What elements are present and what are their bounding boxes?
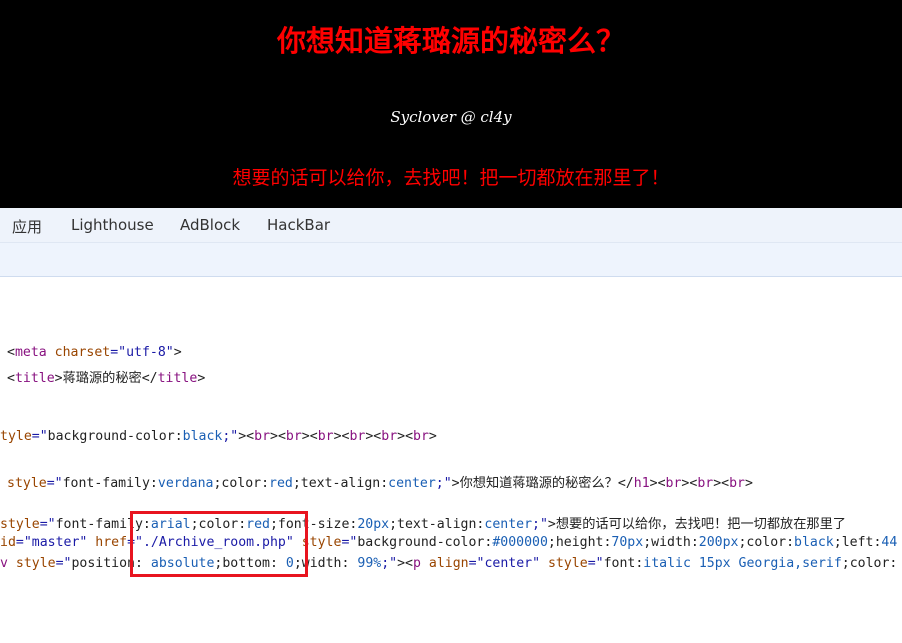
source-token: tyle bbox=[0, 429, 32, 444]
page-heading: 你想知道蒋璐源的秘密么？ bbox=[276, 24, 625, 58]
source-token: h1 bbox=[633, 476, 650, 491]
source-token: ;color: bbox=[738, 535, 795, 550]
source-token: >< bbox=[365, 429, 382, 444]
source-token: >< bbox=[649, 476, 666, 491]
source-token: background-color: bbox=[357, 535, 493, 550]
bookmark-lighthouse[interactable]: Lighthouse bbox=[71, 216, 154, 234]
devtools-toolbar bbox=[0, 242, 902, 277]
source-token: br bbox=[665, 476, 682, 491]
source-token: < bbox=[7, 345, 15, 360]
source-token: =" bbox=[46, 476, 63, 491]
bookmark-apps[interactable]: 应用 bbox=[12, 216, 42, 237]
source-token: italic 15px Georgia,serif bbox=[643, 556, 842, 571]
source-token: black bbox=[794, 535, 834, 550]
source-token: #000000 bbox=[492, 535, 548, 550]
source-token: ="master" bbox=[15, 535, 96, 550]
source-token: ;" bbox=[532, 517, 548, 532]
source-token: >< bbox=[301, 429, 318, 444]
source-token: >< bbox=[713, 476, 730, 491]
source-token: br bbox=[381, 429, 398, 444]
source-token: href bbox=[95, 535, 128, 550]
source-line: tyle="background-color:black;"><br><br><… bbox=[0, 429, 437, 444]
source-token: =" bbox=[341, 535, 358, 550]
rendered-page: 你想知道蒋璐源的秘密么？ Syclover @ cl4y 想要的话可以给你，去找… bbox=[0, 0, 902, 208]
source-token: br bbox=[285, 429, 302, 444]
source-token: charset bbox=[54, 345, 111, 360]
bookmarks-bar: 应用 Lighthouse AdBlock HackBar bbox=[0, 208, 902, 242]
source-token: ;width: bbox=[643, 535, 699, 550]
signature: Syclover @ cl4y bbox=[390, 108, 512, 126]
source-token: br bbox=[413, 429, 429, 444]
source-token: ;text-align: bbox=[292, 476, 389, 491]
source-token: =" bbox=[39, 517, 56, 532]
source-token: > bbox=[428, 429, 437, 444]
source-token: =" bbox=[31, 429, 48, 444]
source-token: title bbox=[157, 371, 198, 386]
source-token: style bbox=[7, 476, 47, 491]
source-token: >< bbox=[238, 429, 255, 444]
source-token: style bbox=[15, 556, 56, 571]
source-line: <meta charset="utf-8"> bbox=[7, 345, 182, 360]
source-token: > bbox=[197, 371, 206, 386]
source-token: 44 bbox=[881, 535, 898, 550]
source-token: > bbox=[744, 476, 753, 491]
source-token: 20px bbox=[357, 517, 390, 532]
source-token: >< bbox=[397, 429, 414, 444]
source-token: align bbox=[428, 556, 469, 571]
source-token: br bbox=[729, 476, 745, 491]
source-token: br bbox=[317, 429, 334, 444]
source-token: =" bbox=[55, 556, 72, 571]
source-token: br bbox=[349, 429, 366, 444]
source-token: font: bbox=[603, 556, 644, 571]
source-token: >< bbox=[681, 476, 698, 491]
source-token: background-color: bbox=[47, 429, 183, 444]
source-token: br bbox=[254, 429, 271, 444]
source-token: br bbox=[697, 476, 714, 491]
source-token: 70px bbox=[611, 535, 644, 550]
source-token: >想要的话可以给你，去找吧！把一切都放在那里了 bbox=[547, 517, 846, 532]
source-token: red bbox=[269, 476, 293, 491]
source-token: meta bbox=[14, 345, 55, 360]
source-token: ;left: bbox=[833, 535, 882, 550]
source-token: >你想知道蒋璐源的秘密么？</ bbox=[451, 476, 634, 491]
highlight-box bbox=[130, 511, 308, 577]
source-token: ;color: bbox=[841, 556, 898, 571]
source-token: ;height: bbox=[547, 535, 612, 550]
source-token: center bbox=[388, 476, 436, 491]
source-token: ;text-align: bbox=[389, 517, 485, 532]
source-token: ="center" bbox=[468, 556, 548, 571]
source-token: style bbox=[0, 517, 40, 532]
source-token: ;" bbox=[435, 476, 452, 491]
source-token: =" bbox=[587, 556, 604, 571]
source-token: 200px bbox=[698, 535, 739, 550]
source-token: black bbox=[182, 429, 223, 444]
source-token: ="utf-8" bbox=[110, 345, 174, 360]
source-line: <title>蒋璐源的秘密</title> bbox=[7, 367, 205, 386]
source-token: 99% bbox=[357, 556, 382, 571]
page-message: 想要的话可以给你，去找吧！把一切都放在那里了！ bbox=[232, 167, 670, 189]
source-token: < bbox=[7, 371, 15, 386]
source-token: >< bbox=[333, 429, 350, 444]
source-token: verdana bbox=[157, 476, 214, 491]
source-token: > bbox=[173, 345, 182, 360]
source-token: >< bbox=[397, 556, 413, 571]
source-token: title bbox=[14, 371, 55, 386]
source-line: style="font-family:verdana;color:red;tex… bbox=[7, 472, 753, 491]
source-token: p bbox=[412, 556, 429, 571]
source-token: style bbox=[547, 556, 588, 571]
source-line: style="font-family:arial;color:red;font-… bbox=[0, 513, 846, 532]
source-token: id bbox=[0, 535, 16, 550]
source-token: ;" bbox=[222, 429, 239, 444]
source-token: ;" bbox=[381, 556, 398, 571]
source-token: font-family: bbox=[62, 476, 158, 491]
source-token: ;color: bbox=[213, 476, 270, 491]
source-token: v bbox=[0, 556, 16, 571]
source-token: >< bbox=[270, 429, 286, 444]
source-token: center bbox=[484, 517, 533, 532]
bookmark-adblock[interactable]: AdBlock bbox=[180, 216, 240, 234]
bookmark-hackbar[interactable]: HackBar bbox=[267, 216, 330, 234]
source-token: >蒋璐源的秘密</ bbox=[54, 371, 158, 386]
